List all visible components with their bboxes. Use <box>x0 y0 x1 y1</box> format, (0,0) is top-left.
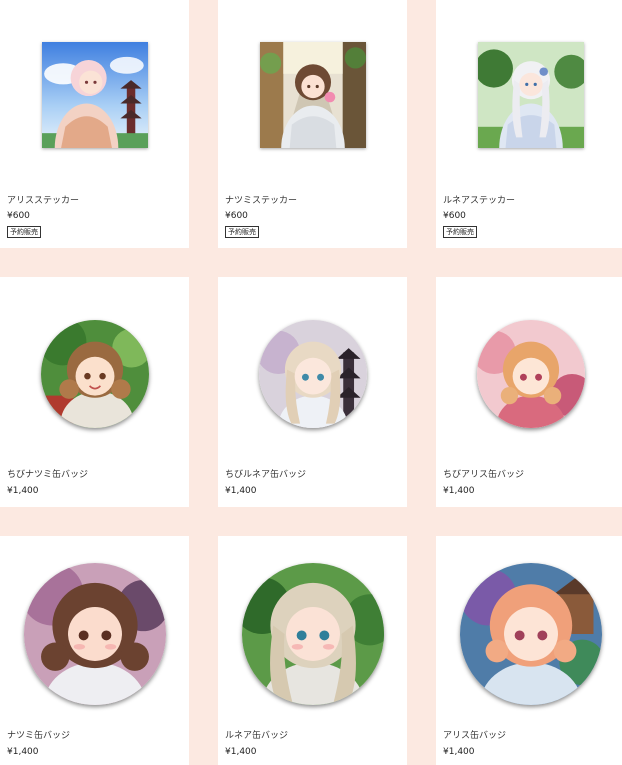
preorder-badge: 予約販売 <box>7 226 41 238</box>
product-name[interactable]: ナツミステッカー <box>225 193 297 206</box>
alice-badge-image[interactable] <box>460 563 602 705</box>
natsumi-sticker-image[interactable] <box>260 42 366 148</box>
product-price: ¥1,400 <box>7 747 39 757</box>
natsumi-badge-image[interactable] <box>24 563 166 705</box>
runea-sticker-image[interactable] <box>478 42 584 148</box>
product-card[interactable]: ナツミ缶バッジ ¥1,400 <box>0 536 189 765</box>
preorder-badge: 予約販売 <box>225 226 259 238</box>
chibi-natsumi-badge-image[interactable] <box>41 320 149 428</box>
alice-sticker-image[interactable] <box>42 42 148 148</box>
product-card[interactable]: ちびルネア缶バッジ ¥1,400 <box>218 277 407 507</box>
product-grid: アリスステッカー ¥600 予約販売 ナツミステッカー ¥600 予約販売 ルネ… <box>0 0 622 765</box>
product-name[interactable]: ちびナツミ缶バッジ <box>7 467 88 480</box>
product-price: ¥1,400 <box>443 486 475 496</box>
product-price: ¥1,400 <box>225 747 257 757</box>
product-card[interactable]: アリスステッカー ¥600 予約販売 <box>0 0 189 248</box>
product-name[interactable]: ちびルネア缶バッジ <box>225 467 306 480</box>
product-price: ¥1,400 <box>225 486 257 496</box>
product-card[interactable]: ナツミステッカー ¥600 予約販売 <box>218 0 407 248</box>
product-card[interactable]: ルネアステッカー ¥600 予約販売 <box>436 0 622 248</box>
product-name[interactable]: アリス缶バッジ <box>443 728 506 741</box>
chibi-runea-badge-image[interactable] <box>259 320 367 428</box>
product-price: ¥600 <box>443 211 466 221</box>
product-name[interactable]: ちびアリス缶バッジ <box>443 467 524 480</box>
product-card[interactable]: ルネア缶バッジ ¥1,400 <box>218 536 407 765</box>
product-name[interactable]: ルネアステッカー <box>443 193 515 206</box>
product-price: ¥600 <box>225 211 248 221</box>
product-price: ¥600 <box>7 211 30 221</box>
product-price: ¥1,400 <box>7 486 39 496</box>
product-card[interactable]: アリス缶バッジ ¥1,400 <box>436 536 622 765</box>
chibi-alice-badge-image[interactable] <box>477 320 585 428</box>
product-card[interactable]: ちびナツミ缶バッジ ¥1,400 <box>0 277 189 507</box>
preorder-badge: 予約販売 <box>443 226 477 238</box>
product-price: ¥1,400 <box>443 747 475 757</box>
product-name[interactable]: ナツミ缶バッジ <box>7 728 70 741</box>
product-name[interactable]: アリスステッカー <box>7 193 79 206</box>
runea-badge-image[interactable] <box>242 563 384 705</box>
product-name[interactable]: ルネア缶バッジ <box>225 728 288 741</box>
product-card[interactable]: ちびアリス缶バッジ ¥1,400 <box>436 277 622 507</box>
